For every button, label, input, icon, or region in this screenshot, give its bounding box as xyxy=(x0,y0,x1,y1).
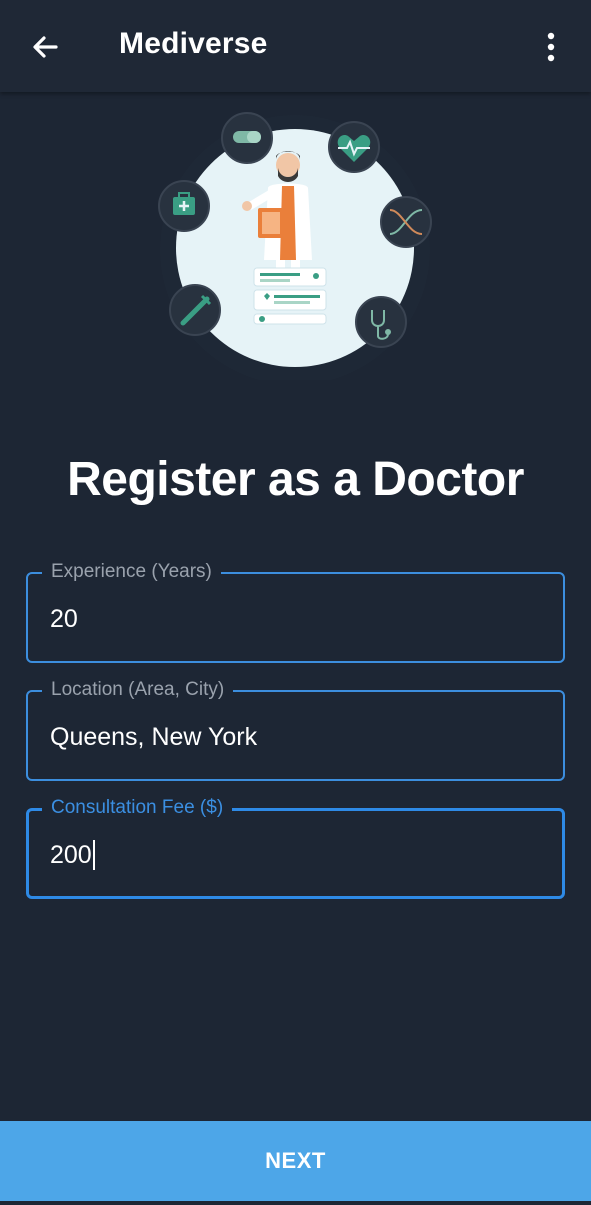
overflow-menu-button[interactable] xyxy=(530,24,572,70)
bottom-strip xyxy=(0,1201,591,1205)
stethoscope-icon xyxy=(355,296,407,348)
doctor-illustration xyxy=(150,110,440,385)
app-title: Mediverse xyxy=(119,27,268,60)
more-vertical-icon xyxy=(547,32,555,62)
syringe-icon xyxy=(169,284,221,336)
arrow-left-icon xyxy=(33,36,58,58)
experience-value: 20 xyxy=(50,605,78,633)
dna-icon xyxy=(380,196,432,248)
location-label: Location (Area, City) xyxy=(42,678,234,702)
consultation-fee-value: 200 xyxy=(50,841,92,869)
consultation-fee-label: Consultation Fee ($) xyxy=(42,796,233,820)
next-button[interactable]: NEXT xyxy=(0,1121,591,1201)
back-button[interactable] xyxy=(22,24,68,70)
location-field[interactable]: Location (Area, City) Queens, New York xyxy=(26,678,565,781)
app-bar: Mediverse xyxy=(0,0,591,92)
medical-kit-icon xyxy=(158,180,210,232)
info-cards xyxy=(253,267,327,325)
location-value: Queens, New York xyxy=(50,723,258,751)
experience-field[interactable]: Experience (Years) 20 xyxy=(26,560,565,663)
text-caret xyxy=(92,840,95,870)
pill-icon xyxy=(221,112,273,164)
consultation-fee-field[interactable]: Consultation Fee ($) 200 xyxy=(26,796,565,899)
heart-pulse-icon xyxy=(328,121,380,173)
experience-label: Experience (Years) xyxy=(42,560,221,584)
page-heading: Register as a Doctor xyxy=(67,453,524,506)
consultation-fee-input-row: 200 xyxy=(50,840,95,870)
